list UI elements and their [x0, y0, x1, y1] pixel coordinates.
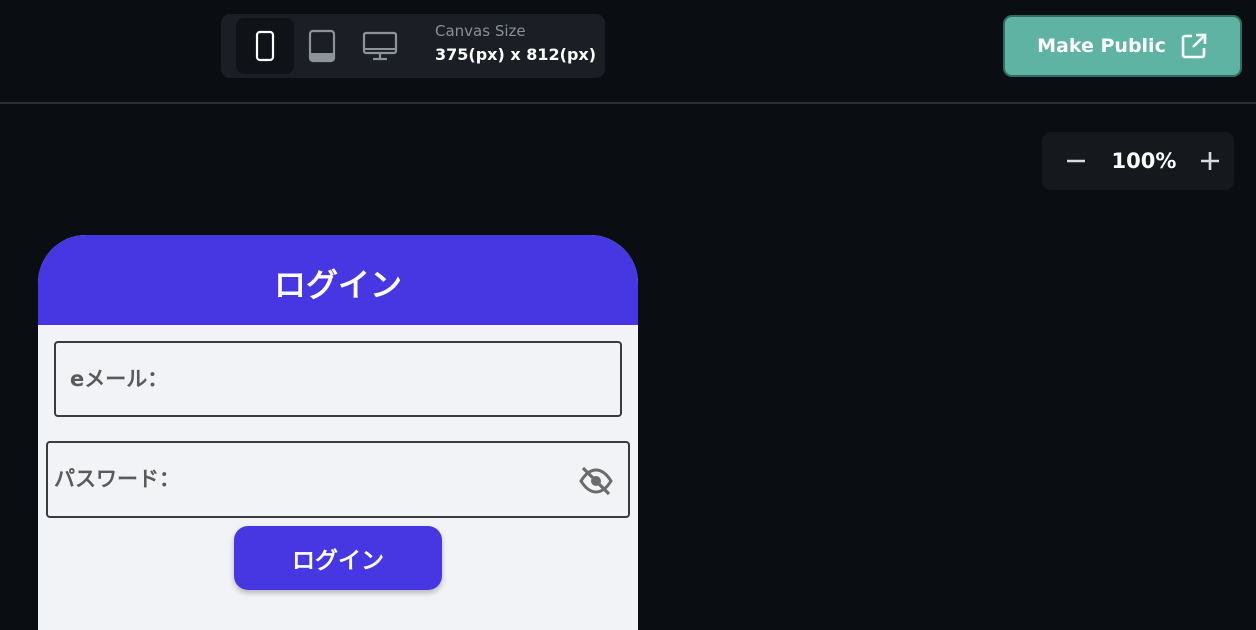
zoom-level: 100%	[1111, 149, 1177, 173]
login-button-label: ログイン	[292, 548, 384, 574]
device-selector: Canvas Size 375(px) x 812(px)	[221, 14, 605, 78]
minus-icon	[1067, 159, 1085, 163]
login-button[interactable]: ログイン	[234, 526, 442, 590]
external-link-icon	[1181, 33, 1207, 59]
device-desktop-button[interactable]	[351, 18, 409, 74]
device-tablet-button[interactable]	[293, 18, 351, 74]
canvas-size: Canvas Size 375(px) x 812(px)	[435, 20, 596, 68]
zoom-control: 100%	[1042, 132, 1234, 190]
make-public-button[interactable]: Make Public	[1003, 15, 1242, 77]
app-title: ログイン	[273, 266, 402, 304]
zoom-out-button[interactable]	[1056, 132, 1096, 190]
zoom-in-button[interactable]	[1190, 132, 1230, 190]
eye-off-icon[interactable]	[578, 463, 614, 499]
password-field[interactable]: パスワード：	[46, 441, 630, 518]
desktop-icon	[362, 31, 398, 61]
phone-canvas: ログイン eメール： パスワード： ログイン	[38, 235, 638, 630]
top-bar: Canvas Size 375(px) x 812(px) Make Publi…	[0, 0, 1256, 104]
canvas-size-value: 375(px) x 812(px)	[435, 45, 597, 64]
phone-icon	[255, 30, 275, 62]
make-public-label: Make Public	[1037, 35, 1166, 57]
device-phone-button[interactable]	[236, 18, 294, 74]
tablet-icon	[308, 29, 336, 63]
password-label: パスワード：	[54, 467, 180, 491]
canvas-size-label: Canvas Size	[435, 22, 526, 40]
plus-icon	[1201, 152, 1219, 170]
email-field[interactable]: eメール：	[54, 341, 622, 417]
app-header: ログイン	[38, 235, 638, 325]
email-label: eメール：	[70, 367, 169, 391]
